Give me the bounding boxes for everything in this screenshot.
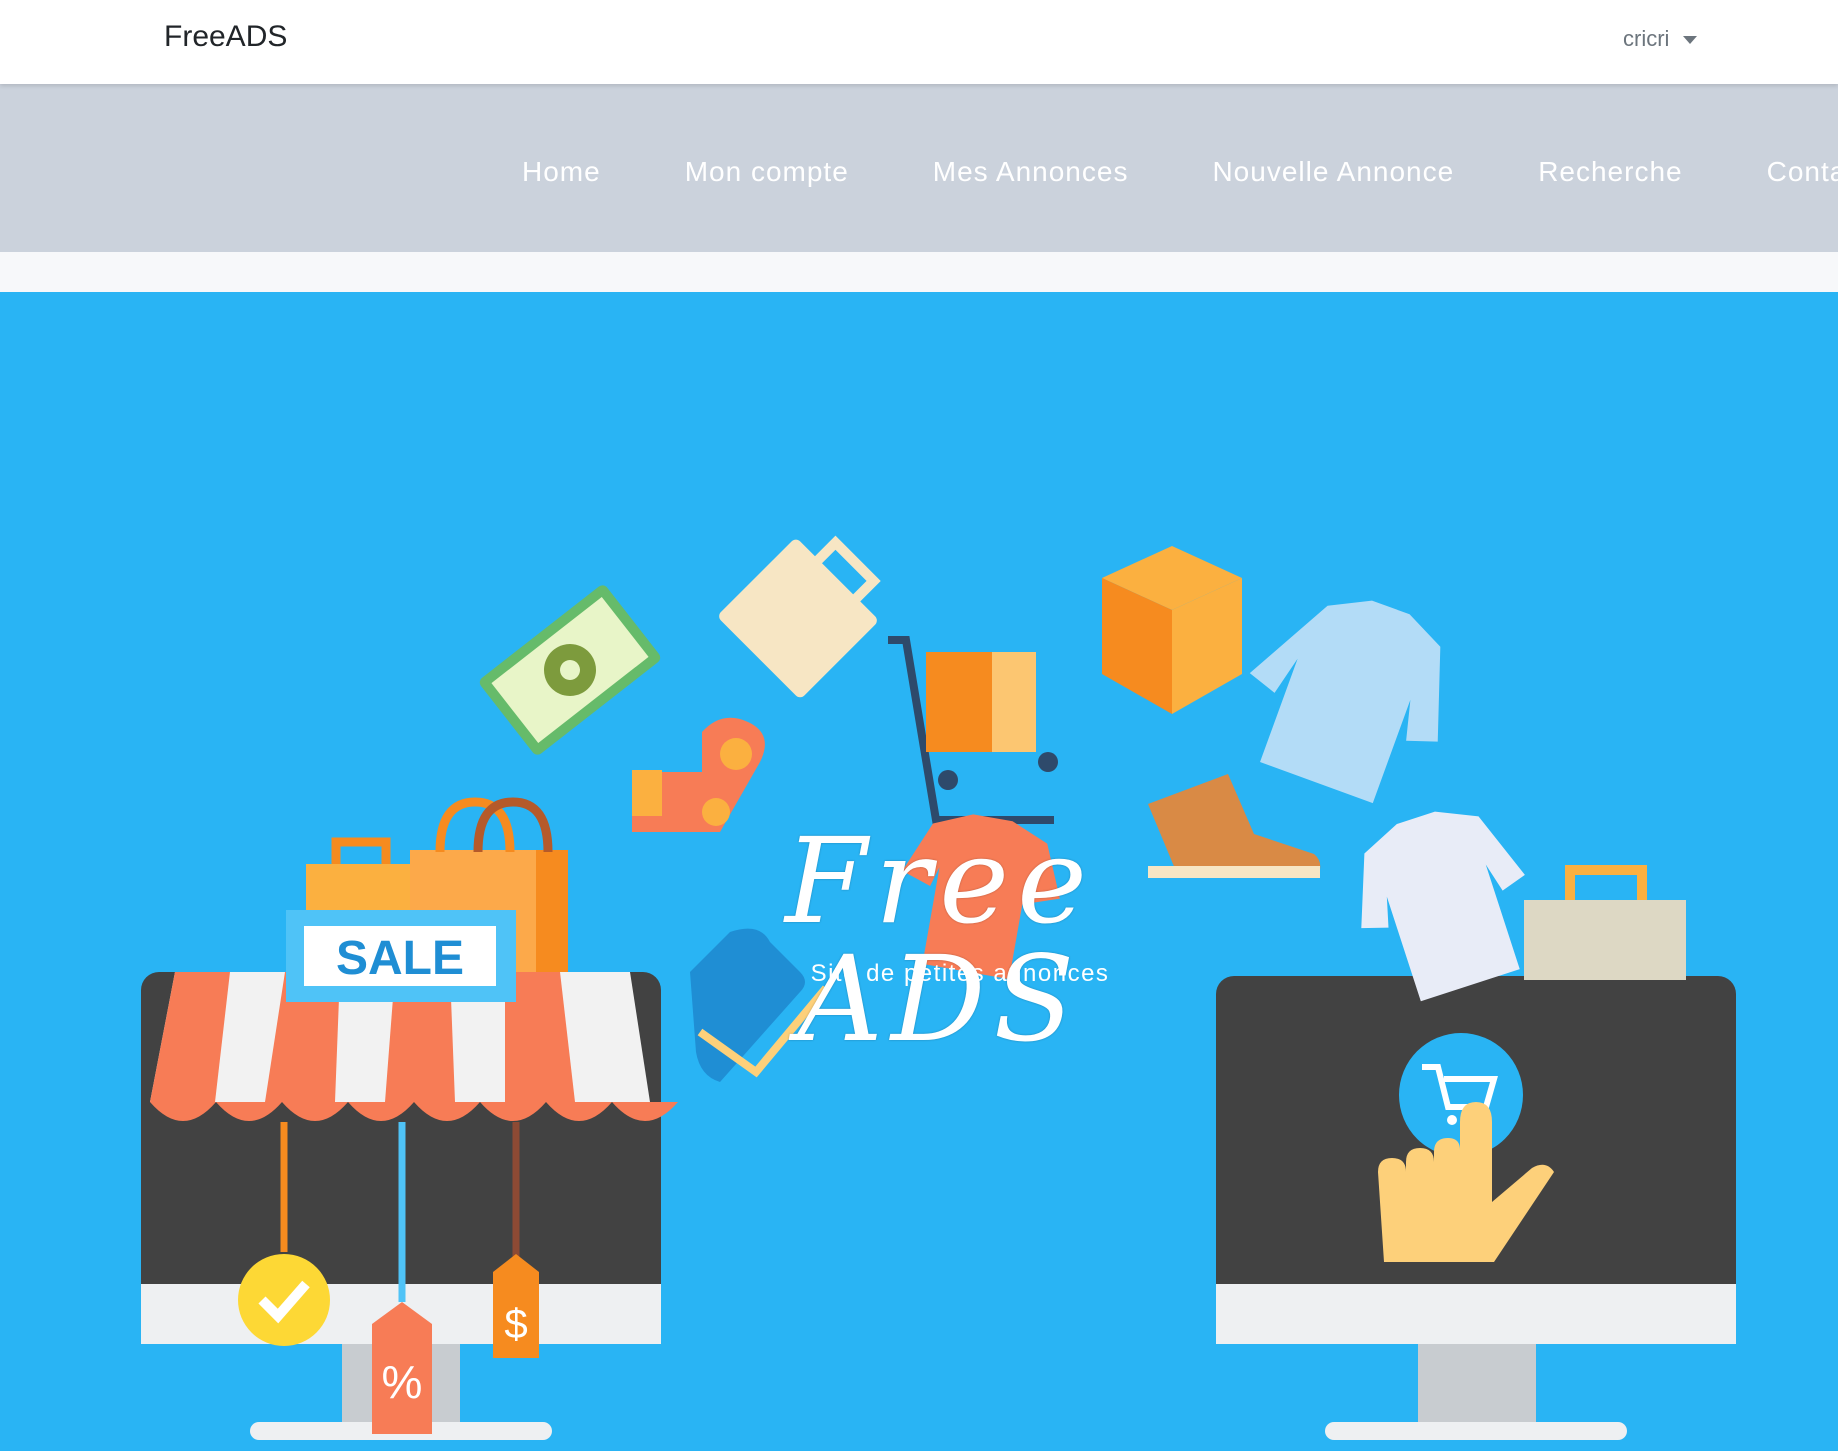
nav-nouvelle-annonce[interactable]: Nouvelle Annonce: [1212, 156, 1454, 188]
nav-mes-annonces[interactable]: Mes Annonces: [933, 156, 1129, 188]
hero-banner: SALE % $ Free ADS Site de petites annonc…: [0, 292, 1838, 1451]
percent-tag-icon: %: [372, 1302, 432, 1434]
svg-text:$: $: [504, 1300, 527, 1347]
nav-home[interactable]: Home: [522, 156, 601, 188]
nav-contact[interactable]: Contact: [1767, 156, 1838, 188]
main-nav-band: Home Mon compte Mes Annonces Nouvelle Annon…: [0, 84, 1838, 252]
sale-label: SALE: [336, 932, 464, 985]
money-icon: [479, 585, 661, 755]
brand-logo[interactable]: FreeADS: [164, 20, 287, 54]
nav-recherche[interactable]: Recherche: [1538, 156, 1682, 188]
chevron-down-icon: [1683, 36, 1698, 45]
sale-sign: SALE: [286, 910, 516, 1002]
hand-truck-icon: [888, 636, 1058, 824]
shirt-icon: [1249, 600, 1441, 804]
dollar-tag-icon: $: [493, 1254, 539, 1358]
main-nav: Home Mon compte Mes Annonces Nouvelle Annon…: [522, 156, 1838, 188]
box-icon: [1102, 546, 1242, 714]
sock-icon: [632, 717, 765, 832]
tote-bag-icon: [719, 535, 881, 698]
user-name: cricri: [1623, 26, 1670, 51]
shop-monitor: SALE % $: [141, 797, 678, 1440]
hero-title: Free ADS: [785, 812, 1095, 1068]
svg-text:%: %: [382, 1356, 423, 1408]
top-navbar: FreeADS cricri: [0, 0, 1838, 84]
user-dropdown[interactable]: cricri: [1623, 26, 1698, 52]
hero-subtitle: Site de petites annonces: [810, 960, 1110, 987]
check-tag-icon: [238, 1254, 330, 1346]
nav-mon-compte[interactable]: Mon compte: [685, 156, 849, 188]
